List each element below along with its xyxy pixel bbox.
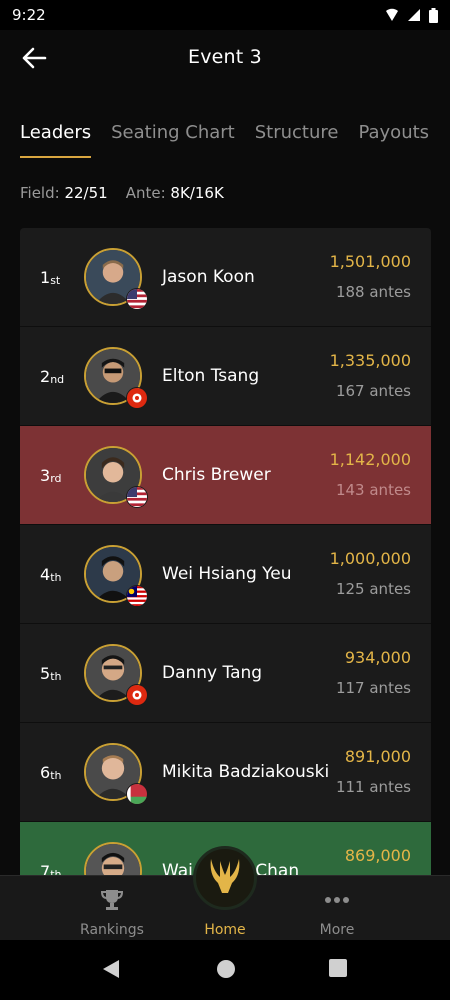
chip-stack: 1,335,000 <box>329 351 411 370</box>
rank-number: 1 <box>40 267 51 287</box>
list-item[interactable]: 1st Jason Koon 1,501,000 188 antes <box>20 228 431 327</box>
nav-rankings-label: Rankings <box>80 922 144 938</box>
rank-number: 5 <box>40 663 51 683</box>
tab-seating-chart[interactable]: Seating Chart <box>111 112 235 158</box>
rank-suffix: th <box>50 669 62 683</box>
ante-info: Ante: 8K/16K <box>126 184 224 202</box>
ante-label: Ante: <box>125 184 166 202</box>
rank-number: 7 <box>40 861 51 876</box>
nav-more-label: More <box>319 922 355 938</box>
more-dots-icon <box>292 886 382 914</box>
chip-stack: 1,142,000 <box>329 450 411 469</box>
system-nav-bar <box>0 940 450 1000</box>
antes-count: 143 antes <box>335 481 411 499</box>
avatar-wrap <box>84 842 142 875</box>
chip-stack: 1,000,000 <box>329 549 411 568</box>
rank: 7th <box>20 862 84 876</box>
trophy-icon <box>67 886 157 914</box>
nav-rankings[interactable]: Rankings <box>67 886 157 938</box>
field-info: Field: 22/51 <box>20 184 108 202</box>
chip-info: 869,000 <box>345 846 411 875</box>
antes-count: 167 antes <box>335 382 411 400</box>
avatar <box>84 842 142 875</box>
chip-info: 1,335,000 167 antes <box>330 351 411 400</box>
avatar-wrap <box>84 743 148 805</box>
rank-suffix: th <box>50 570 62 584</box>
system-recents-button[interactable] <box>328 958 348 982</box>
us-flag-icon <box>126 288 148 310</box>
by-flag-icon <box>126 783 148 805</box>
tab-leaders[interactable]: Leaders <box>20 112 92 158</box>
status-bar: 9:22 <box>0 0 450 30</box>
page-title: Event 3 <box>188 46 262 68</box>
signal-icon <box>385 8 399 22</box>
tab-payouts[interactable]: Payouts <box>358 112 429 158</box>
system-back-button[interactable] <box>101 958 121 984</box>
system-home-button[interactable] <box>215 958 237 984</box>
rank: 3rd <box>20 466 84 485</box>
chip-info: 891,000 111 antes <box>336 747 411 796</box>
cell-signal-icon <box>407 8 421 22</box>
list-item[interactable]: 6th Mikita Badziakouski 891,000 111 ante… <box>20 723 431 822</box>
list-item[interactable]: 3rd Chris Brewer 1,142,000 143 antes <box>20 426 431 525</box>
list-item[interactable]: 4th Wei Hsiang Yeu 1,000,000 125 antes <box>20 525 431 624</box>
my-flag-icon <box>126 585 148 607</box>
ante-value: 8K/16K <box>170 184 224 202</box>
antes-count: 125 antes <box>335 580 411 598</box>
rank: 5th <box>20 664 84 683</box>
avatar-wrap <box>84 347 148 409</box>
avatar-wrap <box>84 644 148 706</box>
rank: 1st <box>20 268 84 287</box>
chip-stack: 1,501,000 <box>329 252 411 271</box>
avatar-wrap <box>84 545 148 607</box>
us-flag-icon <box>126 486 148 508</box>
nav-home-label: Home <box>204 922 246 938</box>
field-value: 22/51 <box>64 184 108 202</box>
rank-number: 3 <box>40 465 51 485</box>
leaders-list: 1st Jason Koon 1,501,000 188 antes 2nd E… <box>20 228 431 875</box>
hk-flag-icon <box>126 387 148 409</box>
rank-suffix: rd <box>50 471 62 485</box>
rank: 4th <box>20 565 84 584</box>
chip-stack: 869,000 <box>344 846 411 865</box>
rank-number: 4 <box>40 564 51 584</box>
rank-number: 6 <box>40 762 51 782</box>
chip-info: 934,000 117 antes <box>336 648 411 697</box>
nav-more[interactable]: More <box>292 886 382 938</box>
tab-bar: Leaders Seating Chart Structure Payouts <box>0 112 450 162</box>
rank: 2nd <box>20 367 84 386</box>
chip-info: 1,000,000 125 antes <box>330 549 411 598</box>
field-label: Field: <box>20 184 60 202</box>
triton-logo-icon <box>208 857 242 899</box>
avatar-wrap <box>84 446 148 508</box>
event-meta: Field: 22/51 Ante: 8K/16K <box>20 184 224 202</box>
chip-info: 1,142,000 143 antes <box>330 450 411 499</box>
list-item[interactable]: 5th Danny Tang 934,000 117 antes <box>20 624 431 723</box>
chip-info: 1,501,000 188 antes <box>330 252 411 301</box>
chip-stack: 891,000 <box>344 747 411 766</box>
antes-count: 117 antes <box>335 679 411 697</box>
antes-count: 111 antes <box>335 778 411 796</box>
rank-suffix: nd <box>50 372 65 386</box>
status-time: 9:22 <box>12 6 46 24</box>
rank-suffix: th <box>50 768 62 782</box>
rank-number: 2 <box>40 366 51 386</box>
app-bar: Event 3 <box>0 30 450 90</box>
list-item[interactable]: 2nd Elton Tsang 1,335,000 167 antes <box>20 327 431 426</box>
home-button[interactable] <box>193 846 257 910</box>
chip-stack: 934,000 <box>344 648 411 667</box>
avatar-wrap <box>84 248 148 310</box>
tab-structure[interactable]: Structure <box>255 112 339 158</box>
status-icons <box>385 7 438 23</box>
rank-suffix: th <box>50 867 62 876</box>
hk-flag-icon <box>126 684 148 706</box>
rank-suffix: st <box>50 273 61 287</box>
antes-count: 188 antes <box>335 283 411 301</box>
battery-icon <box>429 7 438 23</box>
rank: 6th <box>20 763 84 782</box>
